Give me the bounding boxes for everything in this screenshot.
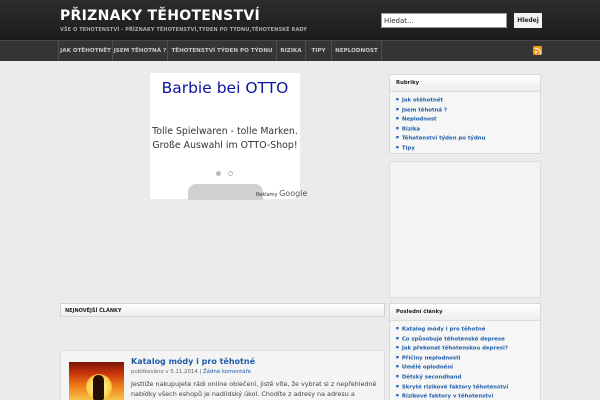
post-thumbnail[interactable] [69, 362, 124, 400]
site-title[interactable]: PŘIZNAKY TĚHOTENSTVÍ [60, 8, 260, 24]
latest-post-item[interactable]: Příčiny neplodnosti [396, 353, 508, 363]
ad-label-text: Reklamy [256, 192, 278, 198]
nav-item-rizika[interactable]: RIZIKA [276, 41, 305, 61]
latest-post-item[interactable]: Rizikové faktory v těhotenství [396, 391, 508, 400]
category-list: Jak otěhotnět Jsem těhotná ? Neplodnost … [396, 95, 486, 153]
nav-item-tipy[interactable]: TIPY [305, 41, 331, 61]
latest-post-item[interactable]: Katalog módy i pro těhotné [396, 324, 508, 334]
category-item[interactable]: Tipy [396, 143, 485, 153]
ad-brand: Google [279, 189, 308, 198]
category-item[interactable]: Rizika [396, 124, 485, 134]
post-excerpt: Jestliže nakupujete rádi online oblečení… [131, 380, 377, 398]
category-item[interactable]: Jak otěhotnět [396, 95, 485, 105]
search-input[interactable] [381, 13, 507, 28]
latest-post-item[interactable]: Skryté rizikové faktory těhotenství [396, 382, 508, 392]
search-button[interactable]: Hledej [514, 13, 542, 28]
latest-post-item[interactable]: Jak překonat těhotenskou depresi? [396, 343, 508, 353]
latest-post-item[interactable]: Umělé oplodnění [396, 362, 508, 372]
site-tagline: VŠE O TEHOTENSTVÍ - PŘÍZNAKY TĚHOTENSTVÍ… [60, 27, 308, 33]
ad-dot[interactable] [228, 171, 233, 176]
meta-separator: | [199, 369, 202, 375]
main-nav: JAK OTĚHOTNĚT JSEM TĚHOTNÁ ? TĚHOTENSTVÍ… [0, 40, 600, 61]
nav-item-tydny[interactable]: TĚHOTENSTVÍ TÝDEN PO TÝDNU [167, 41, 276, 61]
sidebar-latest-title: Poslední články [390, 304, 540, 321]
site-header: PŘIZNAKY TĚHOTENSTVÍ VŠE O TEHOTENSTVÍ -… [0, 0, 600, 40]
nav-item-neplodnost[interactable]: NEPLODNOST [331, 41, 382, 61]
nav-item-jak-otehotnet[interactable]: JAK OTĚHOTNĚT [58, 41, 112, 61]
ad-footer-tab [188, 184, 263, 200]
sidebar-latest: Poslední články Katalog módy i pro těhot… [389, 303, 541, 400]
post-meta: publikováno v 5.11.2014 | Žádné komentář… [131, 369, 251, 375]
section-title: NEJNOVĚJŠÍ ČLÁNKY [60, 303, 385, 317]
ad-label: Reklamy Google [256, 189, 307, 198]
latest-post-item[interactable]: Dětský secondhand [396, 372, 508, 382]
post-comments-link[interactable]: Žádné komentáře [203, 369, 251, 375]
latest-post-item[interactable]: Co způsobuje těhotenské deprese [396, 334, 508, 344]
category-item[interactable]: Těhotenství týden po týdnu [396, 133, 486, 143]
post-date: publikováno v 5.11.2014 [131, 369, 198, 375]
silhouette-shape [93, 375, 104, 400]
latest-post-list: Katalog módy i pro těhotné Co způsobuje … [396, 324, 508, 400]
sidebar-rubriky: Rubriky Jak otěhotnět Jsem těhotná ? Nep… [389, 74, 541, 154]
category-item[interactable]: Jsem těhotná ? [396, 105, 485, 115]
sidebar-rubriky-title: Rubriky [390, 75, 540, 92]
rss-icon[interactable] [533, 46, 542, 55]
category-item[interactable]: Neplodnost [396, 114, 485, 124]
sidebar-widget-empty [389, 161, 541, 298]
ad-text: Tolle Spielwaren - tolle Marken. Große A… [152, 126, 298, 151]
ad-banner[interactable]: Barbie bei OTTO Tolle Spielwaren - tolle… [150, 73, 300, 199]
ad-title[interactable]: Barbie bei OTTO [150, 78, 300, 98]
post-title[interactable]: Katalog módy i pro těhotné [131, 357, 255, 366]
ad-dot-active[interactable] [216, 171, 221, 176]
nav-item-jsem-tehotna[interactable]: JSEM TĚHOTNÁ ? [112, 41, 167, 61]
